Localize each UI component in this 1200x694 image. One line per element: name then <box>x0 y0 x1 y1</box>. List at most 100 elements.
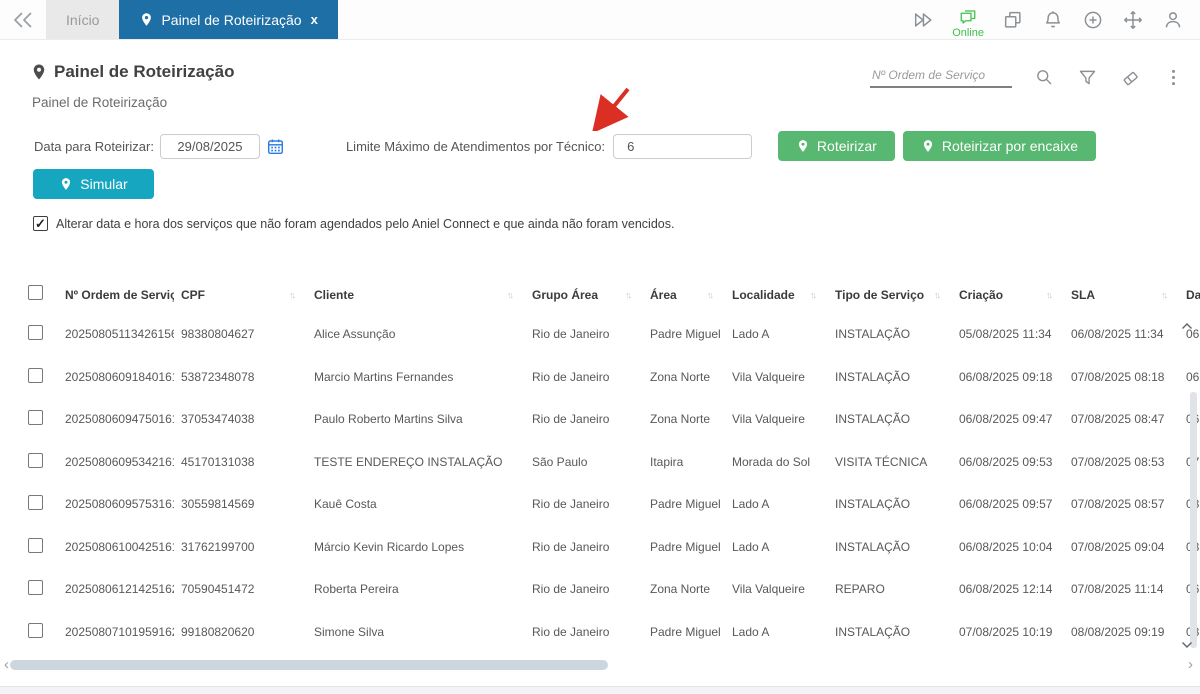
select-all-checkbox[interactable] <box>28 285 43 300</box>
row-checkbox[interactable] <box>28 452 43 468</box>
table-cell: 99180820620 <box>181 624 255 639</box>
table-row: 202508060957531618 30559814569 Kauê Costa R… <box>14 483 1200 526</box>
table-cell: 07/08/2025 08:57 <box>1071 497 1165 512</box>
table-cell: 53872348078 <box>181 369 255 384</box>
row-checkbox[interactable] <box>28 410 43 426</box>
filter-icon[interactable] <box>1077 67 1098 88</box>
table-cell: 06/08/2025 09:57 <box>959 497 1053 512</box>
simular-button[interactable]: Simular <box>33 169 154 199</box>
table-cell: 98380804627 <box>181 327 255 342</box>
horizontal-scrollbar-thumb[interactable] <box>10 660 608 670</box>
table-body: 202508051134261567 98380804627 Alice Assun… <box>14 313 1200 653</box>
sort-icon[interactable]: ↑↓ <box>707 290 714 300</box>
alter-date-checkbox[interactable]: ✓ <box>33 216 48 231</box>
row-checkbox[interactable] <box>28 537 43 553</box>
sort-icon[interactable]: ↑↓ <box>507 290 514 300</box>
more-options-icon[interactable] <box>1163 67 1184 88</box>
scroll-up-icon[interactable] <box>1181 322 1193 330</box>
copy-icon[interactable] <box>1002 9 1024 31</box>
table-cell: INSTALAÇÃO <box>835 497 911 512</box>
table-cell: 06/08/2025 09:47 <box>959 412 1053 427</box>
tab-label: Início <box>66 11 100 28</box>
limit-input[interactable] <box>613 133 753 159</box>
table-cell: 06/08/2025 11:34 <box>1071 327 1164 342</box>
user-profile-icon[interactable] <box>1162 9 1184 31</box>
column-header[interactable]: Localidade ↑↓ <box>725 277 828 313</box>
column-header[interactable]: Área ↑↓ <box>643 277 725 313</box>
column-header[interactable]: Data↑↓ <box>1179 277 1200 313</box>
search-icon[interactable] <box>1034 67 1055 88</box>
tab-close-icon[interactable]: x <box>311 12 318 27</box>
roteirizar-por-encaixe-button[interactable]: Roteirizar por encaixe <box>902 131 1096 161</box>
sort-icon[interactable]: ↑↓ <box>1046 290 1053 300</box>
date-label: Data para Roteirizar: <box>34 138 154 154</box>
column-header[interactable]: SLA ↑↓ <box>1064 277 1179 313</box>
move-icon[interactable] <box>1122 9 1144 31</box>
table-cell: Vila Valqueire <box>732 369 805 384</box>
row-checkbox[interactable] <box>28 367 43 383</box>
table-cell: Padre Miguel <box>650 539 721 554</box>
column-header-label: Área <box>650 288 677 302</box>
sort-icon[interactable]: ↑↓ <box>810 290 817 300</box>
table-cell: Kauê Costa <box>314 497 377 512</box>
roteirizar-button[interactable]: Roteirizar <box>777 131 895 161</box>
table-cell: Alice Assunção <box>314 327 396 342</box>
calendar-icon[interactable] <box>267 138 284 155</box>
scroll-down-icon[interactable] <box>1181 641 1193 649</box>
table-cell: 202508060957531618 <box>65 497 174 512</box>
sort-icon[interactable]: ↑↓ <box>289 290 296 300</box>
date-input[interactable] <box>159 133 260 159</box>
table-row: 202508060918401615 53872348078 Marcio Mart… <box>14 356 1200 399</box>
chat-status[interactable]: Online <box>952 8 984 39</box>
table-cell: Rio de Janeiro <box>532 624 610 639</box>
orders-table: Nº Ordem de Serviço↑↓CPF↑↓Cliente↑↓Grupo… <box>14 277 1200 653</box>
column-header[interactable]: Cliente ↑↓ <box>307 277 525 313</box>
limit-label: Limite Máximo de Atendimentos por Técnic… <box>345 138 606 154</box>
row-checkbox[interactable] <box>28 325 43 341</box>
table-cell: 06 <box>1186 369 1200 384</box>
table-cell: INSTALAÇÃO <box>835 624 911 639</box>
horizontal-scrollbar[interactable]: ‹ › <box>0 656 1200 673</box>
scroll-right-icon[interactable]: › <box>1188 656 1193 673</box>
fast-forward-icon[interactable] <box>912 9 934 31</box>
tab-painel-de-roteirizacao[interactable]: Painel de Roteirização x <box>119 0 338 39</box>
row-checkbox[interactable] <box>28 622 43 638</box>
table-header-row: Nº Ordem de Serviço↑↓CPF↑↓Cliente↑↓Grupo… <box>14 277 1200 313</box>
column-header-label: Localidade <box>732 288 795 302</box>
table-cell: 08/08/2025 09:19 <box>1071 624 1165 639</box>
table-cell: Itapira <box>650 454 684 469</box>
table-cell: Vila Valqueire <box>732 582 805 597</box>
add-circle-icon[interactable] <box>1082 9 1104 31</box>
table-cell: Simone Silva <box>314 624 385 639</box>
scroll-left-icon[interactable]: ‹ <box>4 656 9 673</box>
search-input[interactable] <box>870 66 1012 88</box>
table-cell: 37053474038 <box>181 412 255 427</box>
row-checkbox[interactable] <box>28 495 43 511</box>
table-cell: 07/08/2025 08:18 <box>1071 369 1165 384</box>
column-header[interactable]: Criação ↑↓ <box>952 277 1064 313</box>
row-checkbox[interactable] <box>28 580 43 596</box>
pin-icon <box>142 13 152 26</box>
table-cell: Rio de Janeiro <box>532 539 610 554</box>
notifications-bell-icon[interactable] <box>1042 9 1064 31</box>
eraser-icon[interactable] <box>1120 67 1141 88</box>
collapse-sidebar-icon[interactable] <box>0 0 46 39</box>
column-header[interactable]: Nº Ordem de Serviço↑↓ <box>58 277 174 313</box>
table-cell: 202508060947501616 <box>65 412 174 427</box>
vertical-scrollbar[interactable] <box>1190 392 1197 648</box>
footer-strip <box>0 686 1200 694</box>
table-cell: Morada do Sol <box>732 454 811 469</box>
column-header[interactable]: CPF ↑↓ <box>174 277 307 313</box>
sort-icon[interactable]: ↑↓ <box>934 290 941 300</box>
table-cell: Lado A <box>732 497 770 512</box>
pin-icon <box>923 140 932 152</box>
column-header-label: Cliente <box>314 288 355 302</box>
roteirizar-button-label: Roteirizar <box>816 138 877 154</box>
sort-icon[interactable]: ↑↓ <box>1161 290 1168 300</box>
table-cell: Zona Norte <box>650 369 711 384</box>
column-header[interactable]: Grupo Área ↑↓ <box>525 277 643 313</box>
tab-inicio[interactable]: Início <box>46 0 120 39</box>
sort-icon[interactable]: ↑↓ <box>625 290 632 300</box>
column-header[interactable]: Tipo de Serviço ↑↓ <box>828 277 952 313</box>
table-cell: Lado A <box>732 327 770 342</box>
